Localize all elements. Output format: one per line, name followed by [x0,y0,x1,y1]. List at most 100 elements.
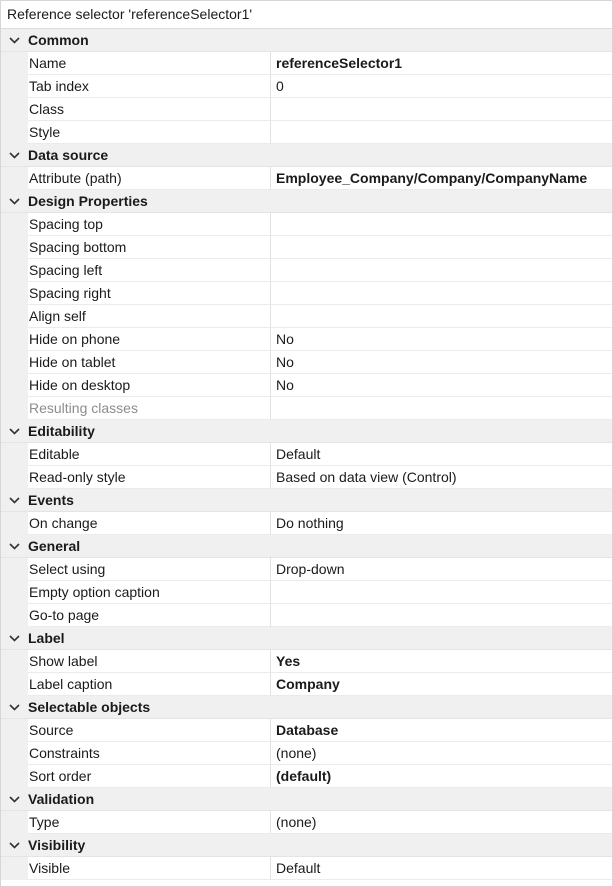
property-row-on-change[interactable]: On change Do nothing [1,512,612,535]
property-row-spacing-left[interactable]: Spacing left [1,259,612,282]
category-common[interactable]: Common [1,29,612,52]
property-value-spacing-bottom[interactable] [271,236,612,259]
category-label: General [28,537,81,554]
property-row-read-only-style[interactable]: Read-only style Based on data view (Cont… [1,466,612,489]
property-value-label-caption[interactable]: Company [271,673,612,696]
property-value-on-change[interactable]: Do nothing [271,512,612,535]
row-gutter [1,558,28,581]
property-value-resulting-classes [271,397,612,420]
property-row-spacing-bottom[interactable]: Spacing bottom [1,236,612,259]
property-value-hide-on-tablet[interactable]: No [271,351,612,374]
property-row-go-to-page[interactable]: Go-to page [1,604,612,627]
row-gutter [1,742,28,765]
property-value-class[interactable] [271,98,612,121]
row-gutter [1,305,28,328]
property-row-hide-on-phone[interactable]: Hide on phone No [1,328,612,351]
property-row-style[interactable]: Style [1,121,612,144]
property-name-editable: Editable [28,443,271,466]
property-name-spacing-bottom: Spacing bottom [28,236,271,259]
property-row-source[interactable]: Source Database [1,719,612,742]
chevron-down-icon[interactable] [1,144,28,167]
property-value-source[interactable]: Database [271,719,612,742]
chevron-down-icon[interactable] [1,834,28,857]
property-value-align-self[interactable] [271,305,612,328]
property-row-label-caption[interactable]: Label caption Company [1,673,612,696]
property-value-style[interactable] [271,121,612,144]
row-gutter [1,466,28,489]
row-gutter [1,374,28,397]
property-value-show-label[interactable]: Yes [271,650,612,673]
property-value-sort-order[interactable]: (default) [271,765,612,788]
chevron-down-icon[interactable] [1,420,28,443]
chevron-down-icon[interactable] [1,29,28,52]
property-value-select-using[interactable]: Drop-down [271,558,612,581]
property-row-class[interactable]: Class [1,98,612,121]
category-label: Selectable objects [28,698,151,715]
category-general[interactable]: General [1,535,612,558]
category-validation[interactable]: Validation [1,788,612,811]
property-value-constraints[interactable]: (none) [271,742,612,765]
row-gutter [1,581,28,604]
property-name-hide-on-desktop: Hide on desktop [28,374,271,397]
property-value-tab-index[interactable]: 0 [271,75,612,98]
category-events[interactable]: Events [1,489,612,512]
property-value-spacing-left[interactable] [271,259,612,282]
category-design-properties[interactable]: Design Properties [1,190,612,213]
property-value-type[interactable]: (none) [271,811,612,834]
property-row-align-self[interactable]: Align self [1,305,612,328]
chevron-down-icon[interactable] [1,788,28,811]
property-row-spacing-right[interactable]: Spacing right [1,282,612,305]
property-name-align-self: Align self [28,305,271,328]
chevron-down-icon[interactable] [1,489,28,512]
row-gutter [1,351,28,374]
row-gutter [1,213,28,236]
property-row-show-label[interactable]: Show label Yes [1,650,612,673]
property-value-spacing-top[interactable] [271,213,612,236]
chevron-down-icon[interactable] [1,190,28,213]
property-name-sort-order: Sort order [28,765,271,788]
property-value-editable[interactable]: Default [271,443,612,466]
property-row-constraints[interactable]: Constraints (none) [1,742,612,765]
property-value-go-to-page[interactable] [271,604,612,627]
property-value-hide-on-phone[interactable]: No [271,328,612,351]
row-gutter [1,857,28,880]
property-row-select-using[interactable]: Select using Drop-down [1,558,612,581]
property-row-empty-option-caption[interactable]: Empty option caption [1,581,612,604]
property-value-read-only-style[interactable]: Based on data view (Control) [271,466,612,489]
property-name-hide-on-tablet: Hide on tablet [28,351,271,374]
property-row-hide-on-tablet[interactable]: Hide on tablet No [1,351,612,374]
chevron-down-icon[interactable] [1,535,28,558]
category-editability[interactable]: Editability [1,420,612,443]
property-row-type[interactable]: Type (none) [1,811,612,834]
property-value-empty-option-caption[interactable] [271,581,612,604]
chevron-down-icon[interactable] [1,696,28,719]
property-value-visible[interactable]: Default [271,857,612,880]
property-name-class: Class [28,98,271,121]
property-name-source: Source [28,719,271,742]
property-row-spacing-top[interactable]: Spacing top [1,213,612,236]
category-label[interactable]: Label [1,627,612,650]
property-row-attribute-path[interactable]: Attribute (path) Employee_Company/Compan… [1,167,612,190]
property-row-hide-on-desktop[interactable]: Hide on desktop No [1,374,612,397]
property-value-name[interactable]: referenceSelector1 [271,52,612,75]
property-value-hide-on-desktop[interactable]: No [271,374,612,397]
property-row-tab-index[interactable]: Tab index 0 [1,75,612,98]
property-value-spacing-right[interactable] [271,282,612,305]
category-visibility[interactable]: Visibility [1,834,612,857]
row-gutter [1,719,28,742]
property-name-empty-option-caption: Empty option caption [28,581,271,604]
property-value-attribute-path[interactable]: Employee_Company/Company/CompanyName [271,167,612,190]
row-gutter [1,650,28,673]
chevron-down-icon[interactable] [1,627,28,650]
row-gutter [1,98,28,121]
property-row-sort-order[interactable]: Sort order (default) [1,765,612,788]
property-row-name[interactable]: Name referenceSelector1 [1,52,612,75]
property-row-visible[interactable]: Visible Default [1,857,612,880]
row-gutter [1,52,28,75]
property-name-spacing-right: Spacing right [28,282,271,305]
category-data-source[interactable]: Data source [1,144,612,167]
category-selectable-objects[interactable]: Selectable objects [1,696,612,719]
property-name-constraints: Constraints [28,742,271,765]
property-row-editable[interactable]: Editable Default [1,443,612,466]
property-name-style: Style [28,121,271,144]
